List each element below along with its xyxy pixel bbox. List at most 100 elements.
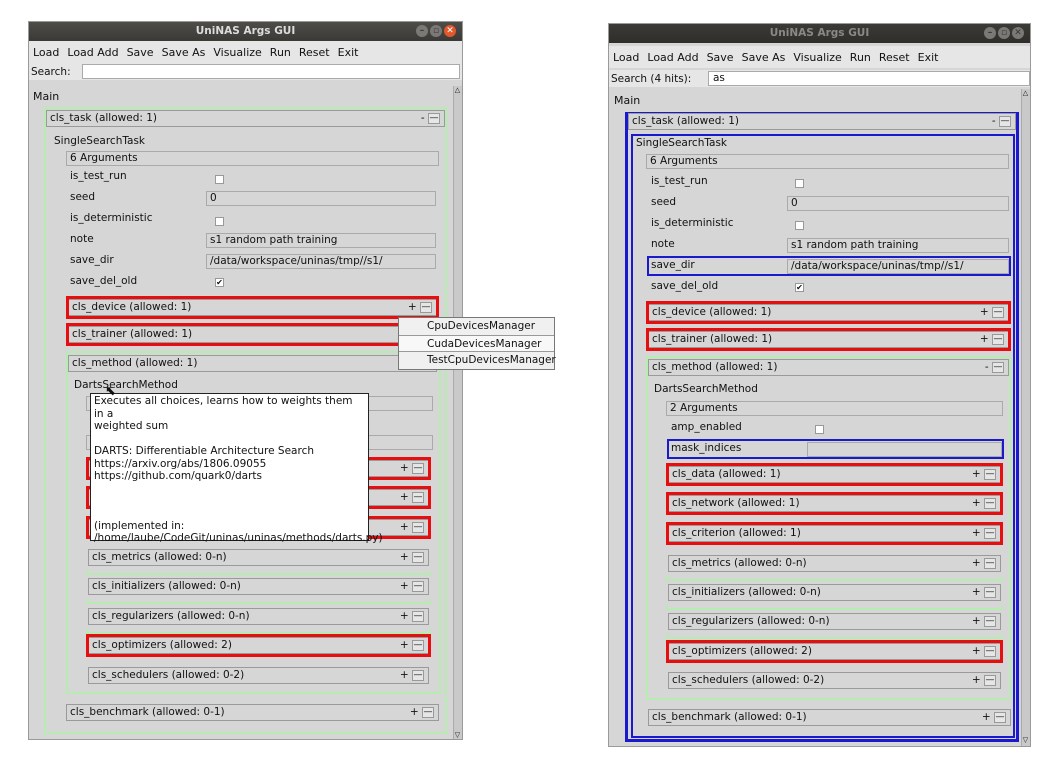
plus-button[interactable]: +: [972, 674, 981, 686]
right-titlebar[interactable]: UniNAS Args GUI – ▫ ✕: [609, 24, 1030, 43]
search-input[interactable]: [82, 64, 460, 79]
scrollbar[interactable]: [1021, 89, 1030, 746]
menu-save[interactable]: Save: [127, 46, 154, 59]
menu-load-add[interactable]: Load Add: [647, 51, 698, 64]
menu-visualize[interactable]: Visualize: [793, 51, 841, 64]
close-icon[interactable]: ✕: [1012, 27, 1024, 39]
save-dir-field[interactable]: /data/workspace/uninas/tmp//s1/: [787, 259, 1009, 274]
seed-field[interactable]: 0: [787, 196, 1009, 211]
collapse-icon[interactable]: —: [412, 669, 424, 681]
close-icon[interactable]: ✕: [444, 25, 456, 37]
collapse-icon[interactable]: —: [984, 557, 996, 569]
amp-enabled-checkbox[interactable]: [815, 425, 824, 434]
collapse-icon[interactable]: —: [994, 711, 1006, 723]
scrollbar[interactable]: [453, 86, 462, 739]
tooltip-line: DARTS: Differentiable Architecture Searc…: [94, 445, 315, 457]
plus-button[interactable]: +: [972, 586, 981, 598]
left-window-title: UniNAS Args GUI: [195, 25, 296, 37]
highlight-device: [646, 301, 1011, 324]
scroll-up-icon[interactable]: △: [453, 86, 462, 95]
menu-save-as[interactable]: Save As: [162, 46, 206, 59]
maximize-icon[interactable]: ▫: [998, 27, 1010, 39]
menu-save-as[interactable]: Save As: [742, 51, 786, 64]
collapse-icon[interactable]: —: [984, 586, 996, 598]
collapse-icon[interactable]: —: [412, 610, 424, 622]
tooltip-line: /home/laube/CodeGit/uninas/uninas/method…: [94, 532, 383, 544]
tooltip-line: (implemented in:: [94, 519, 185, 532]
note-field[interactable]: s1 random path training: [787, 238, 1009, 253]
cls-method-label: cls_method (allowed: 1): [72, 357, 198, 369]
collapse-icon[interactable]: —: [428, 112, 440, 124]
collapse-icon[interactable]: —: [422, 706, 434, 718]
left-window: UniNAS Args GUI – ▫ ✕ Load Load Add Save…: [28, 21, 463, 740]
menu-exit[interactable]: Exit: [338, 46, 359, 59]
cls-regularizers-label: cls_regularizers (allowed: 0-n): [92, 610, 250, 622]
save-del-old-checkbox[interactable]: ✔: [215, 278, 224, 287]
plus-button[interactable]: +: [400, 610, 409, 622]
minus-button[interactable]: -: [421, 112, 425, 124]
menu-load-add[interactable]: Load Add: [67, 46, 118, 59]
menu-load[interactable]: Load: [613, 51, 639, 64]
cls-benchmark-bar: cls_benchmark (allowed: 0-1) + —: [648, 709, 1011, 726]
mask-indices-field[interactable]: [807, 442, 1002, 457]
cls-initializers-label: cls_initializers (allowed: 0-n): [92, 580, 241, 592]
cls-benchmark-label: cls_benchmark (allowed: 0-1): [70, 706, 225, 718]
dropdown-option-cpu[interactable]: CpuDevicesManager: [399, 318, 554, 335]
highlight-device: [66, 296, 439, 319]
menu-run[interactable]: Run: [850, 51, 871, 64]
save-dir-field[interactable]: /data/workspace/uninas/tmp//s1/: [206, 254, 436, 269]
is-test-run-checkbox[interactable]: [215, 175, 224, 184]
plus-button[interactable]: +: [972, 557, 981, 569]
left-titlebar[interactable]: UniNAS Args GUI – ▫ ✕: [29, 22, 462, 41]
cls-initializers-bar: cls_initializers (allowed: 0-n) + —: [668, 584, 1001, 601]
menu-exit[interactable]: Exit: [918, 51, 939, 64]
menu-visualize[interactable]: Visualize: [213, 46, 261, 59]
tooltip-line: https://arxiv.org/abs/1806.09055: [94, 457, 267, 470]
plus-button[interactable]: +: [400, 669, 409, 681]
menu-load[interactable]: Load: [33, 46, 59, 59]
seed-field[interactable]: 0: [206, 191, 436, 206]
note-field[interactable]: s1 random path training: [206, 233, 436, 248]
plus-button[interactable]: +: [972, 615, 981, 627]
collapse-icon[interactable]: —: [992, 361, 1004, 373]
minimize-icon[interactable]: –: [984, 27, 996, 39]
dropdown-option-cuda[interactable]: CudaDevicesManager: [399, 335, 554, 352]
collapse-icon[interactable]: —: [412, 580, 424, 592]
is-deterministic-checkbox[interactable]: [215, 217, 224, 226]
highlight-data: [666, 463, 1003, 486]
minus-button[interactable]: -: [985, 361, 989, 373]
is-test-run-checkbox[interactable]: [795, 179, 804, 188]
arg-name: save_dir: [70, 254, 114, 266]
dropdown-option-testcpu[interactable]: TestCpuDevicesManager: [399, 352, 556, 369]
plus-button[interactable]: +: [400, 551, 409, 563]
sub-frame: [86, 599, 431, 604]
arg-name: is_test_run: [651, 175, 708, 187]
menu-reset[interactable]: Reset: [299, 46, 330, 59]
collapse-icon[interactable]: —: [412, 551, 424, 563]
menu-reset[interactable]: Reset: [879, 51, 910, 64]
right-window-title: UniNAS Args GUI: [769, 27, 870, 39]
plus-button[interactable]: +: [982, 711, 991, 723]
save-del-old-checkbox[interactable]: ✔: [795, 283, 804, 292]
maximize-icon[interactable]: ▫: [430, 25, 442, 37]
is-deterministic-checkbox[interactable]: [795, 221, 804, 230]
args-count: 6 Arguments: [646, 154, 1009, 169]
tooltip-line: Executes all choices, learns how to weig…: [94, 395, 353, 420]
collapse-icon[interactable]: —: [984, 674, 996, 686]
scroll-down-icon[interactable]: ▽: [453, 731, 462, 739]
plus-button[interactable]: +: [410, 706, 419, 718]
scroll-down-icon[interactable]: ▽: [1021, 736, 1030, 745]
collapse-icon[interactable]: —: [984, 615, 996, 627]
method-arg-name: amp_enabled: [671, 421, 742, 433]
args-count: 6 Arguments: [66, 151, 439, 166]
search-input[interactable]: as: [708, 71, 1030, 86]
minimize-icon[interactable]: –: [416, 25, 428, 37]
minus-button[interactable]: -: [992, 115, 996, 127]
right-window: UniNAS Args GUI – ▫ ✕ Load Load Add Save…: [608, 23, 1031, 747]
menu-save[interactable]: Save: [707, 51, 734, 64]
main-label: Main: [614, 94, 641, 107]
collapse-icon[interactable]: —: [999, 115, 1011, 127]
scroll-up-icon[interactable]: △: [1021, 89, 1030, 98]
menu-run[interactable]: Run: [270, 46, 291, 59]
plus-button[interactable]: +: [400, 580, 409, 592]
